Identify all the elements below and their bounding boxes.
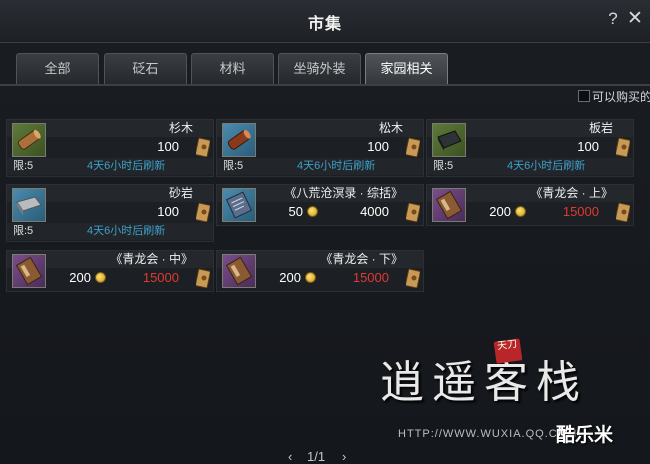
item-name: 《八荒沧溟录 · 综括》 xyxy=(284,186,403,200)
ticket-icon xyxy=(406,137,420,157)
coin-amount: 200 xyxy=(489,204,511,219)
tab-all[interactable]: 全部 xyxy=(16,53,99,84)
book-icon xyxy=(222,254,256,288)
item-price: 15000 xyxy=(352,270,389,285)
item-price: 100 xyxy=(157,204,179,219)
coin-amount: 50 xyxy=(288,204,303,219)
item-name: 砂岩 xyxy=(168,186,193,200)
coin-icon xyxy=(515,206,526,217)
market-item[interactable]: 砂岩 100 限:5 4天6小时后刷新 xyxy=(6,184,214,242)
item-limit-row: 限:5 4天6小时后刷新 xyxy=(217,158,423,175)
market-item[interactable]: 板岩 100 限:5 4天6小时后刷新 xyxy=(426,119,634,177)
item-name: 《青龙会 · 下》 xyxy=(320,252,403,266)
market-item[interactable]: 《青龙会 · 下》 200 15000 xyxy=(216,250,424,292)
ticket-icon xyxy=(196,202,210,222)
sandstone-icon xyxy=(12,188,46,222)
buyable-checkbox[interactable] xyxy=(578,90,590,102)
item-limit-row: 限:5 4天6小时后刷新 xyxy=(7,158,213,175)
page-indicator: 1/1 xyxy=(307,449,326,464)
item-name: 杉木 xyxy=(168,121,193,135)
item-price: 100 xyxy=(157,139,179,154)
tab-materials[interactable]: 材料 xyxy=(191,53,274,84)
watermark: 逍遥客栈 天刀 HTTP://WWW.WUXIA.QQ.COM 酷乐米 xyxy=(380,338,650,450)
slate-stone-icon xyxy=(432,123,466,157)
book-icon xyxy=(12,254,46,288)
tab-homestead[interactable]: 家园相关 xyxy=(365,53,448,84)
market-item[interactable]: 松木 100 限:5 4天6小时后刷新 xyxy=(216,119,424,177)
purchase-limit: 限:5 xyxy=(223,160,244,172)
refresh-timer: 4天6小时后刷新 xyxy=(87,225,166,237)
wood-log-icon xyxy=(12,123,46,157)
purchase-limit: 限:5 xyxy=(13,225,34,237)
ticket-icon xyxy=(196,137,210,157)
purchase-limit: 限:5 xyxy=(433,160,454,172)
coin-amount: 200 xyxy=(279,270,301,285)
tab-mount-appearance[interactable]: 坐骑外装 xyxy=(278,53,361,84)
item-price: 100 xyxy=(367,139,389,154)
watermark-stamp: 天刀 xyxy=(493,338,523,364)
ticket-icon xyxy=(196,268,210,288)
buyable-label: 可以购买的 xyxy=(592,90,650,104)
refresh-timer: 4天6小时后刷新 xyxy=(507,160,586,172)
item-name: 《青龙会 · 上》 xyxy=(530,186,613,200)
ticket-icon xyxy=(406,268,420,288)
item-name: 板岩 xyxy=(588,121,613,135)
ticket-icon xyxy=(406,202,420,222)
coin-icon xyxy=(307,206,318,217)
market-item[interactable]: 杉木 100 限:5 4天6小时后刷新 xyxy=(6,119,214,177)
coin-icon xyxy=(305,272,316,283)
refresh-timer: 4天6小时后刷新 xyxy=(87,160,166,172)
title-bar: 市集 ? ✕ xyxy=(0,0,650,43)
item-price: 15000 xyxy=(142,270,179,285)
purchase-limit: 限:5 xyxy=(13,160,34,172)
market-item[interactable]: 《青龙会 · 中》 200 15000 xyxy=(6,250,214,292)
item-price: 4000 xyxy=(360,204,389,219)
prev-page-button[interactable]: ‹ xyxy=(288,449,292,464)
watermark-logo: 酷乐米 xyxy=(556,425,614,446)
market-item[interactable]: 《青龙会 · 上》 200 15000 xyxy=(426,184,634,226)
help-button[interactable]: ? xyxy=(604,10,622,28)
market-window: 市集 ? ✕ 全部 砭石 材料 坐骑外装 家园相关 可以购买的 杉木 100 限… xyxy=(0,0,650,464)
item-name: 《青龙会 · 中》 xyxy=(110,252,193,266)
market-item[interactable]: 《八荒沧溟录 · 综括》 50 4000 xyxy=(216,184,424,226)
ticket-icon xyxy=(616,202,630,222)
wood-log-icon xyxy=(222,123,256,157)
watermark-url: HTTP://WWW.WUXIA.QQ.COM xyxy=(398,428,578,440)
item-price: 15000 xyxy=(562,204,599,219)
refresh-timer: 4天6小时后刷新 xyxy=(297,160,376,172)
close-button[interactable]: ✕ xyxy=(626,9,644,28)
book-icon xyxy=(432,188,466,222)
watermark-title: 逍遥客栈 xyxy=(380,357,588,408)
tab-divider xyxy=(0,84,650,86)
item-limit-row: 限:5 4天6小时后刷新 xyxy=(7,223,213,240)
tab-stones[interactable]: 砭石 xyxy=(104,53,187,84)
coin-amount: 200 xyxy=(69,270,91,285)
coin-icon xyxy=(95,272,106,283)
book-icon xyxy=(222,188,256,222)
item-limit-row: 限:5 4天6小时后刷新 xyxy=(427,158,633,175)
ticket-icon xyxy=(616,137,630,157)
item-price: 100 xyxy=(577,139,599,154)
item-name: 松木 xyxy=(378,121,403,135)
next-page-button[interactable]: › xyxy=(342,449,346,464)
window-title: 市集 xyxy=(307,16,342,33)
